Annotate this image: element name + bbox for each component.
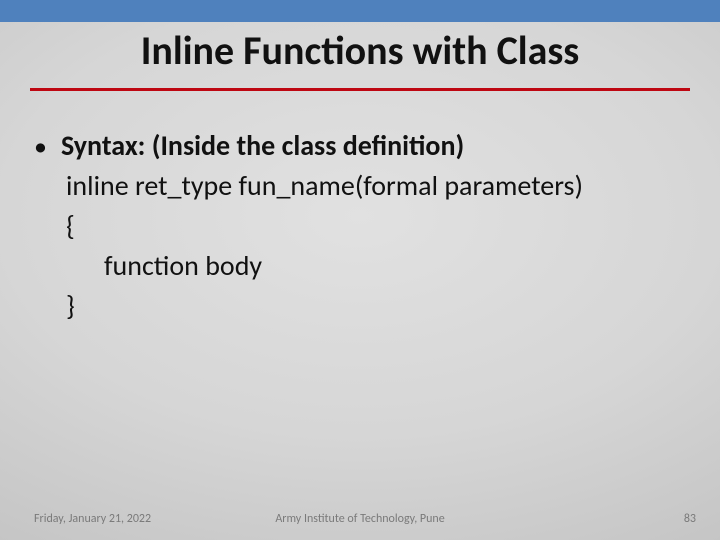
slide: Inline Functions with Class • Syntax: (I…	[0, 0, 720, 540]
slide-title: Inline Functions with Class	[141, 26, 580, 75]
code-line: }	[66, 286, 686, 326]
code-line: function body	[104, 246, 686, 286]
footer-page-number: 83	[684, 512, 696, 526]
title-area: Inline Functions with Class	[0, 26, 720, 75]
bullet-item: • Syntax: (Inside the class definition)	[34, 128, 686, 164]
slide-body: • Syntax: (Inside the class definition) …	[34, 128, 686, 326]
top-accent-bar	[0, 0, 720, 22]
title-underline	[30, 88, 690, 91]
bullet-dot-icon: •	[34, 128, 47, 164]
bullet-label: Syntax: (Inside the class definition)	[61, 128, 464, 164]
code-line: inline ret_type fun_name(formal paramete…	[66, 166, 686, 206]
code-line: {	[66, 206, 686, 246]
footer-org: Army Institute of Technology, Pune	[0, 512, 720, 526]
